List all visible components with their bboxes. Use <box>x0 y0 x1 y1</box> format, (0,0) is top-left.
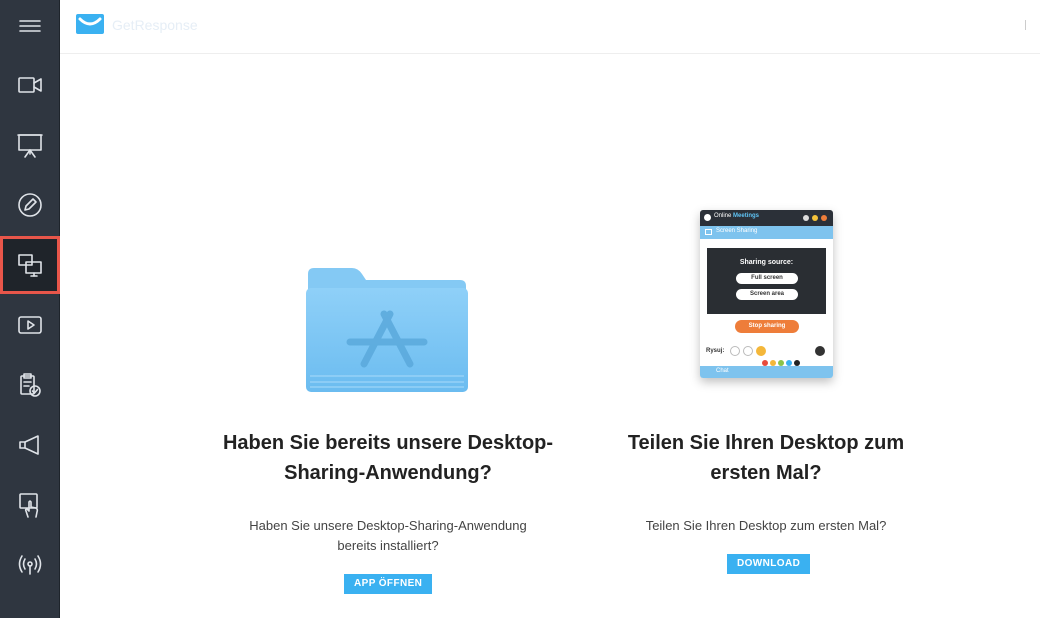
preview-color-tool <box>756 346 766 356</box>
play-video-icon <box>18 316 42 334</box>
sidebar-item-presentation[interactable] <box>0 116 60 174</box>
sidebar-item-broadcast[interactable] <box>0 536 60 594</box>
video-camera-icon <box>18 77 42 93</box>
preview-draw-label: Rysuj: <box>706 348 725 354</box>
clipboard-check-icon <box>20 373 41 397</box>
sidebar-item-tests[interactable] <box>0 356 60 414</box>
open-app-description: Haben Sie unsere Desktop-Sharing-Anwendu… <box>249 518 527 553</box>
brand-logo-icon <box>76 14 104 34</box>
preview-sharing-source: Sharing source: <box>739 259 794 266</box>
preview-full-screen: Full screen <box>736 273 798 284</box>
pencil-icon <box>18 193 42 217</box>
preview-window-dot <box>812 215 818 221</box>
preview-window-dot <box>821 215 827 221</box>
menu-button[interactable] <box>0 0 60 52</box>
app-window: GetResponse Haben Sie bereits unsere Des <box>0 0 1040 618</box>
open-app-button[interactable]: APP ÖFFNEN <box>344 574 433 594</box>
preview-app-icon <box>704 214 711 221</box>
presentation-board-icon <box>17 134 43 158</box>
preview-titlebar: Online Meetings <box>700 210 833 226</box>
download-headline: Teilen Sie Ihren Desktop zum ersten Mal? <box>627 432 905 484</box>
preview-app-title: Online Meetings <box>714 213 760 219</box>
sidebar <box>0 0 60 618</box>
preview-clear-tool <box>815 346 825 356</box>
megaphone-icon <box>19 435 39 455</box>
hamburger-icon <box>19 20 41 32</box>
sidebar-item-video-player[interactable] <box>0 296 60 354</box>
sidebar-item-screen-sharing[interactable] <box>0 236 60 294</box>
preview-chat-bar: Chat <box>700 366 833 378</box>
preview-screen-area: Screen area <box>736 289 798 300</box>
download-description: Teilen Sie Ihren Desktop zum ersten Mal? <box>645 518 887 533</box>
sidebar-item-whiteboard[interactable] <box>0 176 60 234</box>
preview-pen-tool <box>730 346 740 356</box>
sidebar-item-video[interactable] <box>0 56 60 114</box>
preview-chat-label: Chat <box>716 368 729 374</box>
header-divider <box>1025 20 1026 30</box>
open-app-headline: Haben Sie bereits unsere Desktop-Sharing… <box>222 432 554 484</box>
download-panel: Online Meetings Screen Sharing Sharing s… <box>610 0 922 618</box>
preview-section-label: Screen Sharing <box>716 228 758 234</box>
screen-share-icon <box>18 254 42 277</box>
broadcast-icon <box>18 555 42 575</box>
preview-stop-sharing: Stop sharing <box>735 320 799 333</box>
preview-sharing-box: Sharing source: Full screen Screen area <box>707 248 826 314</box>
sidebar-item-cta[interactable] <box>0 416 60 474</box>
screen-sharing-preview: Online Meetings Screen Sharing Sharing s… <box>700 210 833 378</box>
applications-folder-icon <box>306 268 468 392</box>
brand-name: GetResponse <box>112 17 198 33</box>
monitor-icon <box>705 229 712 235</box>
preview-window-dot <box>803 215 809 221</box>
open-app-panel: Haben Sie bereits unsere Desktop-Sharing… <box>210 0 566 618</box>
touch-hand-icon <box>19 493 39 518</box>
download-button[interactable]: DOWNLOAD <box>727 554 811 574</box>
sidebar-item-interaction[interactable] <box>0 476 60 534</box>
preview-text-tool <box>743 346 753 356</box>
preview-section-bar: Screen Sharing <box>700 226 833 239</box>
